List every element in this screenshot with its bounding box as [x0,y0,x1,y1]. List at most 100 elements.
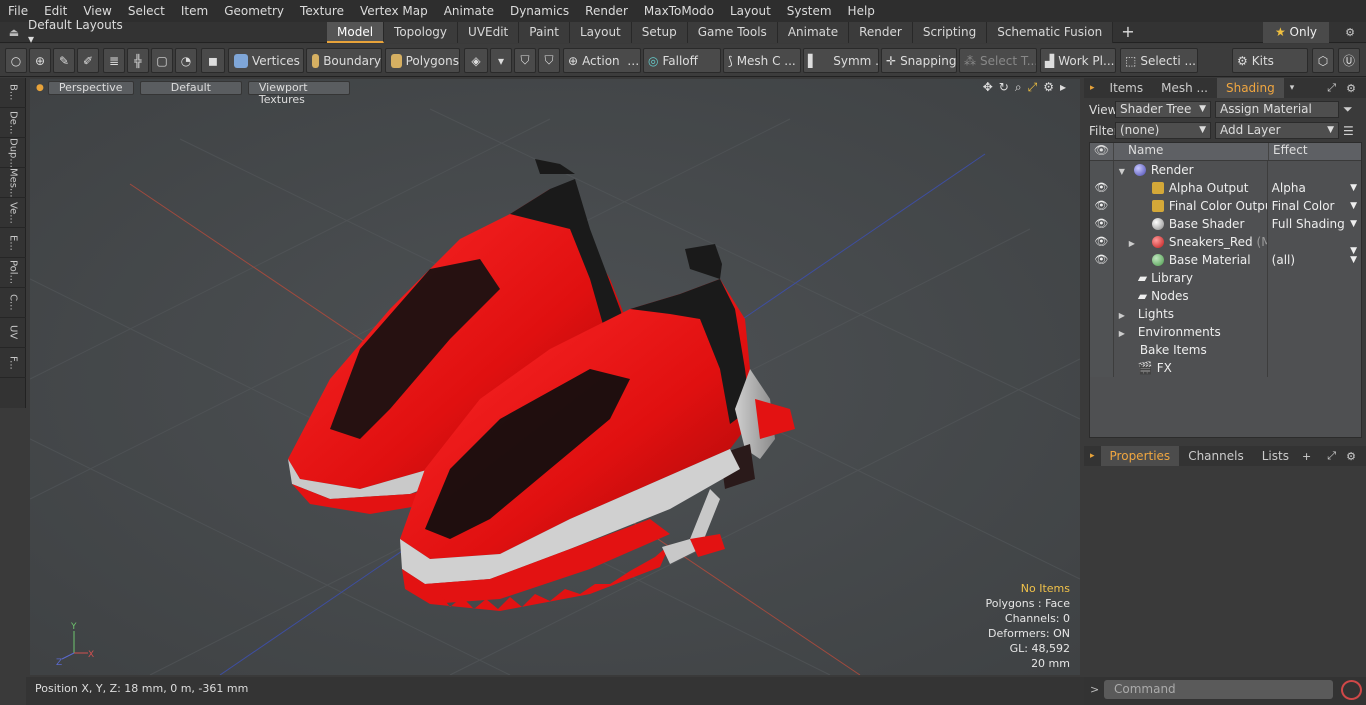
panel-menu-icon[interactable]: ▸ [1090,83,1095,93]
menu-system[interactable]: System [779,0,840,22]
tab-layout[interactable]: Layout [569,22,632,43]
tree-row-base-shader[interactable]: 👁 Base Shader Full Shading ▼ [1090,215,1361,233]
viewport-textures-button[interactable]: Viewport Textures [247,81,350,106]
tab-game-tools[interactable]: Game Tools [687,22,778,43]
brush-icon[interactable]: ✐ [77,48,99,73]
add-layer-select[interactable]: Add Layer ▼ [1215,122,1339,139]
viewport-menu-icon[interactable]: ● [36,83,44,93]
left-tab-deform[interactable]: De... [0,108,26,138]
tree-row-alpha-output[interactable]: 👁 Alpha Output Alpha ▼ [1090,179,1361,197]
symmetry-shield-icon[interactable]: ⛉ [514,48,536,73]
tab-model[interactable]: Model [327,22,385,43]
home-arrow-icon[interactable]: ⏏ [0,26,28,39]
expand-down-icon[interactable]: ▼ [1116,163,1128,179]
tree-effect-cell[interactable]: Alpha ▼ [1268,179,1361,197]
tree-row-bake-items[interactable]: Bake Items [1090,341,1361,359]
kits-button[interactable]: ⚙ Kits [1232,48,1308,73]
left-tab-mesh-edit[interactable]: Mes... [0,168,26,198]
shading-style-button[interactable]: Default [139,81,242,95]
tab-render[interactable]: Render [849,22,913,43]
expand-right-icon[interactable]: ▶ [1126,235,1138,251]
polygons-button[interactable]: Polygons [385,48,460,73]
viewport-gear-icon[interactable]: ⚙ [1043,80,1054,95]
name-column-header[interactable]: Name [1114,143,1269,160]
mesh-constraint-button[interactable]: ⟆ Mesh C ... [723,48,801,73]
center-shield-icon[interactable]: ⛉ [538,48,560,73]
left-tab-vertex[interactable]: Ve... [0,198,26,228]
left-tab-edge[interactable]: E... [0,228,26,258]
left-tab-curve[interactable]: C... [0,288,26,318]
eye-icon[interactable]: 👁 [1090,251,1114,269]
tab-items[interactable]: Items [1101,78,1153,98]
unity-icon[interactable]: ⬡ [1312,48,1334,73]
work-plane-button[interactable]: ▟ Work Pl... [1040,48,1116,73]
left-tab-fusion[interactable]: F... [0,348,26,378]
item-mode-icon[interactable]: ◈ [464,48,488,73]
tab-shading[interactable]: Shading [1216,78,1284,98]
tab-topology[interactable]: Topology [384,22,459,43]
tree-effect-cell[interactable]: (all) ▼ [1268,251,1361,269]
menu-dynamics[interactable]: Dynamics [502,0,577,22]
square-icon[interactable]: ▢ [151,48,173,73]
pen-icon[interactable]: ✎ [53,48,75,73]
filter-funnel-icon[interactable]: ⏷ [1343,102,1353,117]
effect-column-header[interactable]: Effect [1269,143,1308,160]
tree-row-sneakers-red[interactable]: 👁 ▶Sneakers_Red (M... ▼ [1090,233,1361,256]
tab-scripting[interactable]: Scripting [912,22,988,43]
perspective-button[interactable]: Perspective [47,81,134,95]
tree-effect-cell[interactable]: Final Color ▼ [1268,197,1361,215]
tab-setup[interactable]: Setup [631,22,688,43]
menu-layout[interactable]: Layout [722,0,779,22]
left-tab-polygon[interactable]: Pol... [0,258,26,288]
tab-mesh[interactable]: Mesh ... [1152,78,1217,98]
snapping-button[interactable]: ✛ Snapping [881,48,957,73]
3d-viewport[interactable]: Y X Z ● Perspective Default Viewport Tex… [30,79,1080,675]
tree-row-base-material[interactable]: 👁 Base Material (all) ▼ [1090,251,1361,269]
expand-right-icon[interactable]: ▸ [1060,80,1066,95]
menu-help[interactable]: Help [840,0,883,22]
layout-selector[interactable]: Default Layouts ▾ [28,18,128,46]
globe-icon[interactable]: ⊕ [29,48,51,73]
menu-render[interactable]: Render [577,0,636,22]
command-record-icon[interactable] [1341,680,1362,700]
maximize-icon[interactable]: ⤢ [1327,81,1336,95]
eye-icon[interactable]: 👁 [1090,179,1114,197]
tree-row-lights[interactable]: ▶ Lights [1090,305,1361,323]
tree-row-nodes[interactable]: ▰ Nodes [1090,287,1361,305]
panel-gear-icon[interactable]: ⚙ [1346,82,1356,95]
falloff-button[interactable]: ◎ Falloff [643,48,721,73]
command-input[interactable]: Command [1104,680,1333,699]
assign-material-button[interactable]: Assign Material [1215,101,1339,118]
zoom-icon[interactable]: ⌕ [1015,80,1022,95]
eye-icon[interactable]: 👁 [1090,233,1114,251]
vertices-button[interactable]: Vertices [228,48,304,73]
eye-icon[interactable]: 👁 [1090,215,1114,233]
tab-animate[interactable]: Animate [777,22,850,43]
dropdown-arrow-icon[interactable]: ▾ [490,48,512,73]
menu-texture[interactable]: Texture [292,0,352,22]
tabs-dropdown-icon[interactable]: ▾ [1290,83,1295,93]
grid-icon[interactable]: ╬ [127,48,149,73]
left-tab-basic[interactable]: B... [0,78,26,108]
expand-right-icon[interactable]: ▶ [1116,325,1128,341]
tab-schematic-fusion[interactable]: Schematic Fusion [987,22,1114,43]
tab-lists[interactable]: Lists [1253,446,1298,466]
unreal-icon[interactable]: Ⓤ [1338,48,1360,73]
panel-gear-icon[interactable]: ⚙ [1346,450,1356,463]
tab-uvedit[interactable]: UVEdit [458,22,520,43]
tree-row-fx[interactable]: 🎬 FX [1090,359,1361,377]
panel-menu-icon[interactable]: ▸ [1090,451,1095,461]
symmetry-button[interactable]: ▌ Symm ... [803,48,879,73]
tree-row-library[interactable]: ▰ Library [1090,269,1361,287]
menu-geometry[interactable]: Geometry [216,0,292,22]
gear-icon[interactable]: ⚙ [1336,22,1364,43]
view-select[interactable]: Shader Tree ▼ [1115,101,1211,118]
only-toggle[interactable]: ★ Only [1263,22,1329,43]
select-through-button[interactable]: ⁂ Select T... [959,48,1037,73]
rotate-icon[interactable]: ↻ [999,80,1009,95]
tree-row-environments[interactable]: ▶ Environments [1090,323,1361,341]
cube-icon[interactable]: ◼ [201,48,225,73]
eye-icon[interactable]: 👁 [1090,197,1114,215]
maximize-icon[interactable]: ⤢ [1327,449,1336,463]
stack-icon[interactable]: ≣ [103,48,125,73]
